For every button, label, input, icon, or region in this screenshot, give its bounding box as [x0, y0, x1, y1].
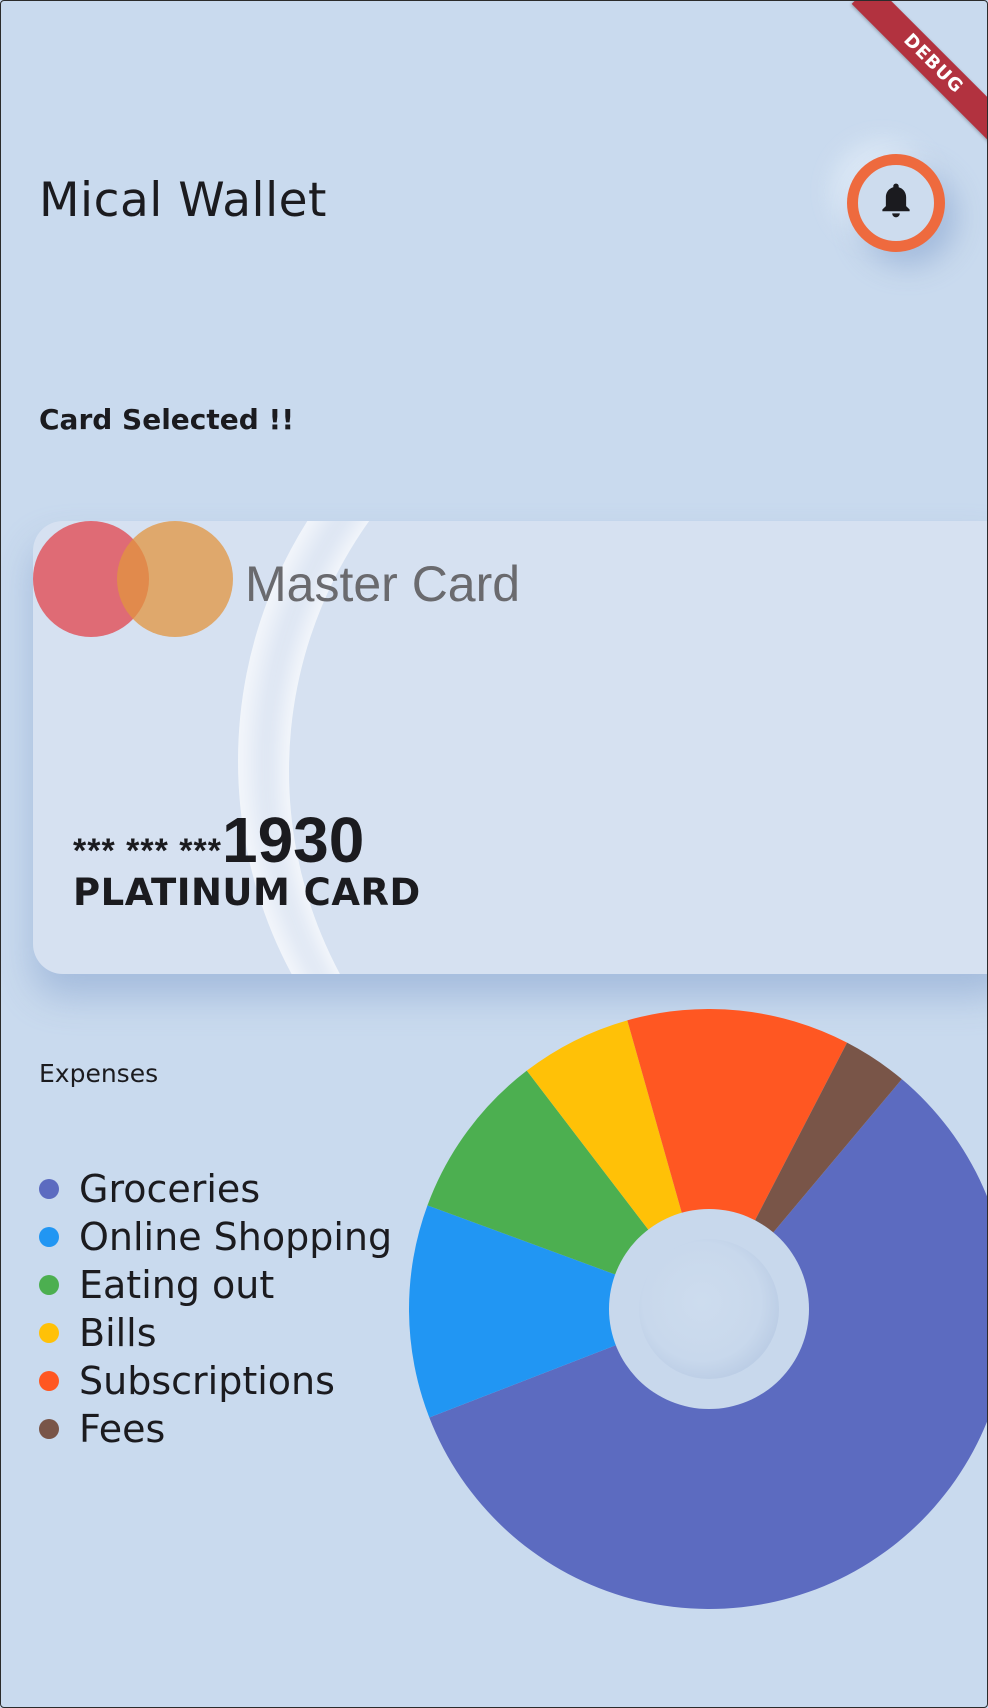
- bell-icon: [877, 180, 915, 226]
- legend-label: Eating out: [79, 1263, 275, 1307]
- legend-dot: [39, 1179, 59, 1199]
- legend-item: Subscriptions: [39, 1357, 392, 1405]
- legend-label: Subscriptions: [79, 1359, 335, 1403]
- legend-item: Online Shopping: [39, 1213, 392, 1261]
- app-title: Mical Wallet: [39, 173, 327, 228]
- expenses-legend: Groceries Online Shopping Eating out Bil…: [39, 1165, 392, 1453]
- legend-dot: [39, 1323, 59, 1343]
- legend-dot: [39, 1275, 59, 1295]
- legend-item: Fees: [39, 1405, 392, 1453]
- legend-item: Bills: [39, 1309, 392, 1357]
- legend-dot: [39, 1419, 59, 1439]
- mastercard-orange-circle: [117, 521, 233, 637]
- legend-dot: [39, 1371, 59, 1391]
- mastercard-logo: [33, 521, 233, 637]
- card-number: *** *** ***1930: [73, 803, 364, 877]
- legend-label: Groceries: [79, 1167, 261, 1211]
- card-number-last4: 1930: [221, 804, 365, 876]
- donut-hole-inner: [639, 1239, 779, 1379]
- expenses-label: Expenses: [39, 1059, 159, 1088]
- legend-label: Bills: [79, 1311, 157, 1355]
- debug-banner: DEBUG: [851, 1, 987, 146]
- legend-dot: [39, 1227, 59, 1247]
- expenses-pie-chart[interactable]: [409, 1009, 988, 1609]
- card-brand: Master Card: [245, 556, 521, 612]
- legend-label: Online Shopping: [79, 1215, 393, 1259]
- app-frame: DEBUG Mical Wallet Card Selected !! Mast…: [0, 0, 988, 1708]
- card-number-mask: *** *** ***: [73, 832, 222, 870]
- legend-item: Groceries: [39, 1165, 392, 1213]
- notification-button[interactable]: [847, 154, 945, 252]
- card-selected-label: Card Selected !!: [39, 403, 295, 436]
- card-type: PLATINUM CARD: [73, 871, 421, 914]
- credit-card[interactable]: Master Card *** *** ***1930 PLATINUM CAR…: [33, 521, 987, 974]
- legend-item: Eating out: [39, 1261, 392, 1309]
- legend-label: Fees: [79, 1407, 166, 1451]
